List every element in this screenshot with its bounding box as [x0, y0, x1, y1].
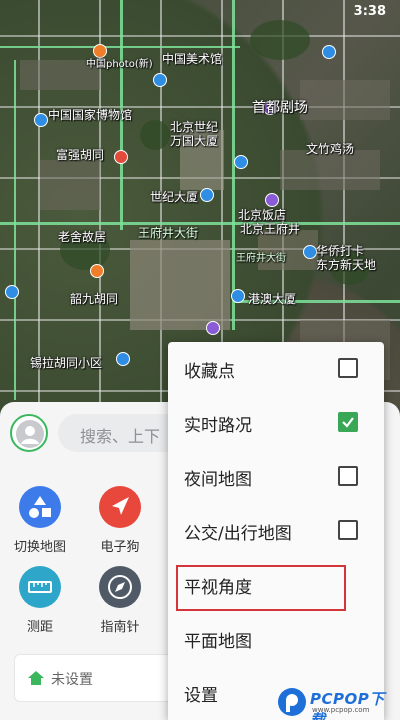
poi-marker-icon[interactable] [90, 264, 104, 278]
map-label: 文竹鸡汤 [306, 142, 355, 156]
map-label: 东方新天地 [316, 258, 377, 272]
favorites-checkbox[interactable] [338, 358, 358, 378]
traffic-checkbox[interactable] [338, 412, 358, 432]
tool-label: 指南针 [100, 620, 140, 635]
menu-item-traffic[interactable]: 实时路况 [168, 396, 384, 450]
road-label: 王府井大街 [236, 253, 286, 264]
menu-item-label: 夜间地图 [184, 470, 252, 490]
menu-item-label: 公交/出行地图 [184, 524, 292, 544]
map-label: 中国photo(新) [86, 59, 153, 70]
tool-label: 测距 [26, 620, 53, 635]
map-label: 锡拉胡同小区 [30, 356, 103, 370]
poi-marker-icon[interactable] [322, 45, 336, 59]
menu-item-label: 平面地图 [184, 632, 252, 652]
measure-distance-button[interactable]: 测距 [5, 566, 75, 635]
compass-button[interactable]: 指南针 [85, 566, 155, 635]
map-label: 韶九胡同 [70, 292, 119, 306]
map-label: 万国大厦 [170, 134, 219, 148]
night-map-checkbox[interactable] [338, 466, 358, 486]
switch-map-button[interactable]: 切换地图 [5, 486, 75, 555]
avatar[interactable] [10, 414, 48, 452]
poi-marker-icon[interactable] [303, 245, 317, 259]
ruler-icon [19, 566, 61, 608]
menu-item-label: 设置 [184, 686, 218, 706]
road-label: 王府井大街 [138, 226, 199, 240]
map-label: 北京饭店 [238, 208, 287, 222]
navigation-arrow-icon [99, 486, 141, 528]
highlight-box [176, 565, 346, 611]
map-label: 世纪大厦 [150, 190, 199, 204]
watermark: PCPOP下载 www.pcpop.com [276, 684, 400, 720]
home-address-card[interactable]: 未设置 [14, 654, 194, 702]
map-label: 中国美术馆 [162, 52, 223, 66]
poi-marker-icon[interactable] [206, 321, 220, 335]
status-time: 3:38 [353, 4, 386, 19]
menu-item-flat-map[interactable]: 平面地图 [168, 612, 384, 666]
poi-marker-icon[interactable] [114, 150, 128, 164]
map-label: 首都剧场 [252, 100, 308, 116]
menu-item-label: 实时路况 [184, 416, 252, 436]
poi-marker-icon[interactable] [200, 188, 214, 202]
poi-marker-icon[interactable] [153, 73, 167, 87]
tool-label: 电子狗 [100, 540, 140, 555]
electronic-dog-button[interactable]: 电子狗 [85, 486, 155, 555]
poi-marker-icon[interactable] [265, 193, 279, 207]
menu-item-transit-map[interactable]: 公交/出行地图 [168, 504, 384, 558]
map-label: 中国国家博物馆 [48, 108, 133, 122]
transit-map-checkbox[interactable] [338, 520, 358, 540]
poi-marker-icon[interactable] [116, 352, 130, 366]
poi-marker-icon[interactable] [234, 155, 248, 169]
compass-icon [99, 566, 141, 608]
menu-item-label: 收藏点 [184, 362, 235, 382]
home-label: 未设置 [51, 672, 93, 688]
home-icon [28, 671, 44, 685]
pcpop-logo-icon [278, 688, 306, 716]
poi-marker-icon[interactable] [34, 113, 48, 127]
watermark-url: www.pcpop.com [312, 706, 370, 714]
user-icon [16, 420, 44, 448]
poi-marker-icon[interactable] [93, 44, 107, 58]
shapes-icon [19, 486, 61, 528]
poi-marker-icon[interactable] [5, 285, 19, 299]
poi-marker-icon[interactable] [231, 289, 245, 303]
map-label: 富强胡同 [56, 148, 105, 162]
map-label: 华侨打卡 [316, 244, 365, 258]
tool-label: 切换地图 [13, 540, 66, 555]
watermark-brand: PCPOP下载 [310, 690, 385, 720]
map-label: 老舍故居 [58, 230, 107, 244]
layers-menu: 收藏点 实时路况 夜间地图 公交/出行地图 平视角度 平面地图 设置 [168, 342, 384, 720]
map-label: 港澳大厦 [248, 292, 297, 306]
menu-item-favorites[interactable]: 收藏点 [168, 342, 384, 396]
map-label: 北京王府井 [240, 222, 301, 236]
search-placeholder: 搜索、上下 [80, 427, 161, 446]
map-label: 北京世纪 [170, 120, 219, 134]
check-icon [342, 417, 354, 428]
menu-item-night-map[interactable]: 夜间地图 [168, 450, 384, 504]
